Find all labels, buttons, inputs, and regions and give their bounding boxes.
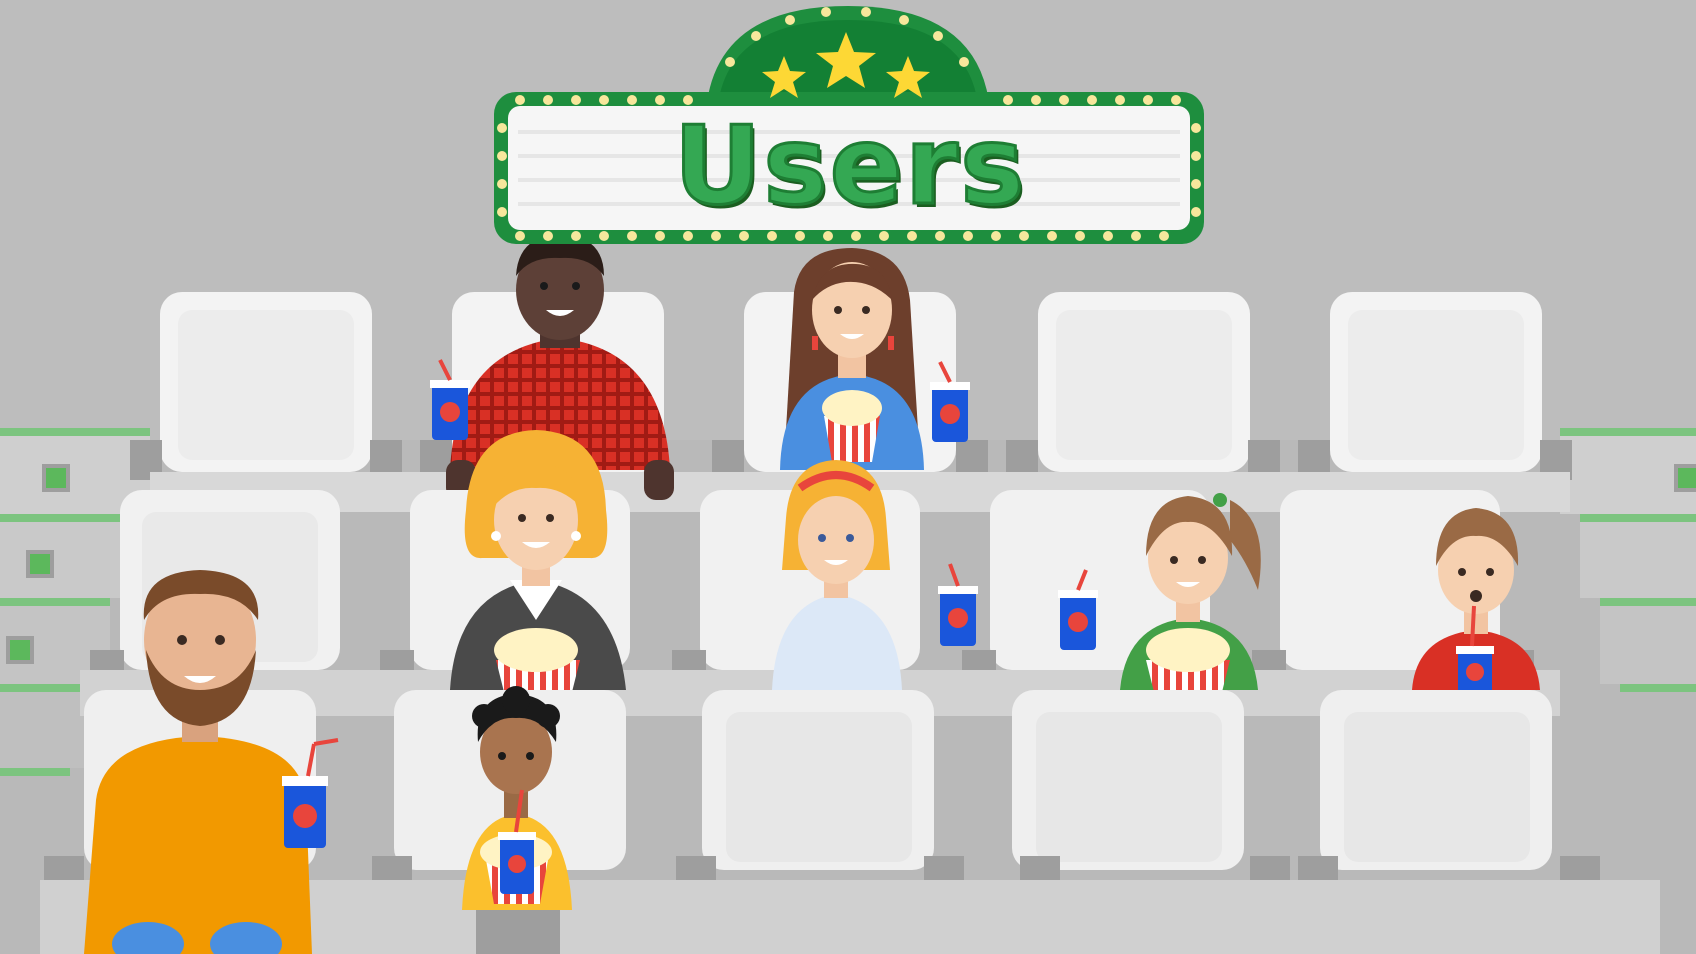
marquee-title: Users: [672, 102, 1027, 230]
movie-theater-scene: Users: [0, 0, 1696, 954]
woman-blue-shirt: [780, 248, 924, 470]
